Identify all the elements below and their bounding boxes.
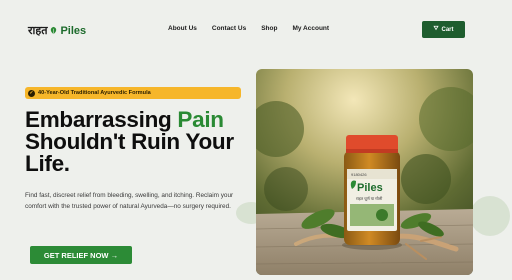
nav-my-account[interactable]: My Account: [292, 25, 329, 32]
get-relief-button[interactable]: GET RELIEF NOW →: [30, 246, 132, 264]
hero-description: Find fast, discreet relief from bleeding…: [25, 192, 234, 210]
background-leaf-shape: [470, 196, 510, 236]
cart-label: Cart: [441, 26, 454, 33]
jar-number-text: 9180426: [351, 172, 367, 177]
product-hero-image: 9180426 Piles राहत चूर्ण या गोली: [256, 69, 473, 275]
nav-shop[interactable]: Shop: [261, 25, 277, 32]
shield-icon: ✓: [28, 89, 35, 97]
brand-name-devanagari: राहत: [28, 25, 48, 37]
hero-headline: Embarrassing Pain Shouldn't Ruin Your Li…: [25, 108, 255, 176]
nav-contact-us[interactable]: Contact Us: [212, 25, 246, 32]
site-header: राहत Piles About Us Contact Us Shop My A…: [0, 0, 512, 60]
leaf-icon: [51, 26, 57, 35]
formula-badge: ✓ 40-Year-Old Traditional Ayurvedic Form…: [25, 87, 241, 99]
main-nav: About Us Contact Us Shop My Account: [168, 25, 329, 32]
brand-name-latin: Piles: [60, 24, 87, 37]
cart-button[interactable]: ⛛ Cart: [422, 21, 465, 38]
badge-text: 40-Year-Old Traditional Ayurvedic Formul…: [38, 90, 151, 96]
headline-part-2: Shouldn't Ruin Your Life.: [25, 129, 234, 176]
brand-logo[interactable]: राहत Piles: [28, 23, 86, 38]
jar-brand-text: Piles: [357, 182, 383, 194]
nav-about-us[interactable]: About Us: [168, 25, 197, 32]
cart-icon: ⛛: [433, 26, 439, 32]
